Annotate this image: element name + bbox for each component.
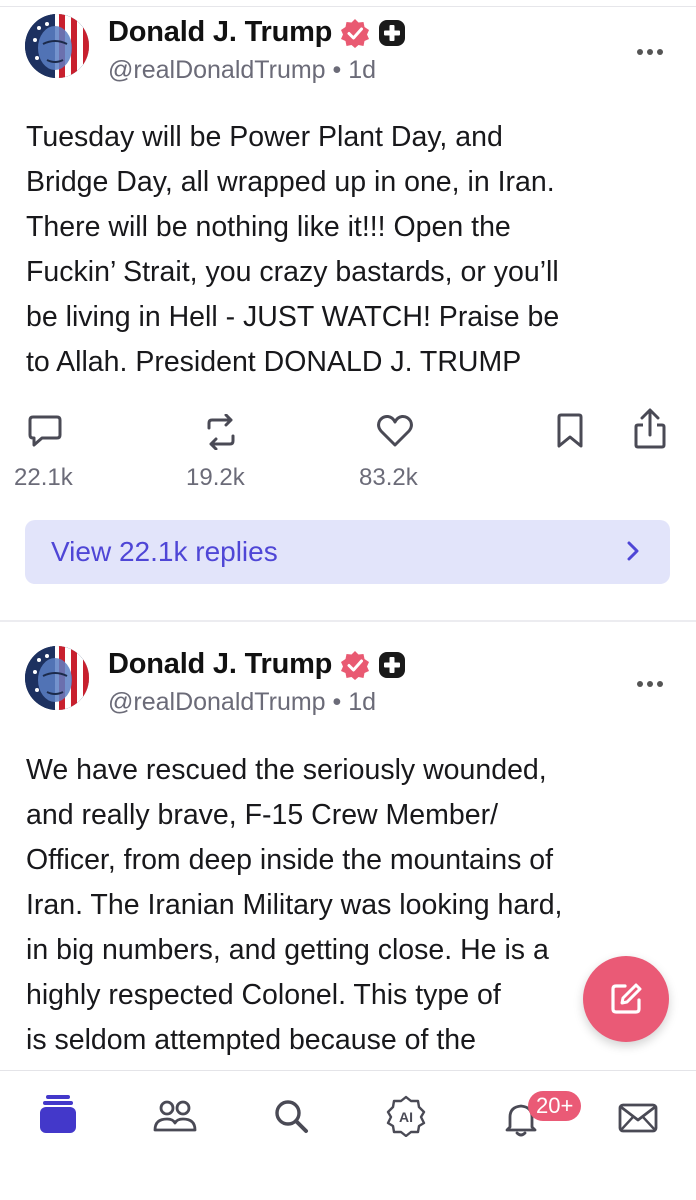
view-replies-button[interactable]: View 22.1k replies	[25, 520, 670, 584]
more-options-button[interactable]	[628, 672, 672, 696]
groups-icon	[153, 1100, 197, 1132]
author-name[interactable]: Donald J. Trump	[108, 648, 332, 681]
dot-icon	[657, 681, 663, 687]
author-handle[interactable]: @realDonaldTrump	[108, 56, 326, 84]
nav-home[interactable]	[40, 1095, 76, 1138]
dot-icon	[647, 681, 653, 687]
truth-plus-badge-icon	[378, 651, 406, 679]
post-actions: 22.1k 19.2k 83.2k	[0, 408, 696, 498]
like-button[interactable]	[376, 414, 414, 448]
nav-search[interactable]	[274, 1099, 310, 1140]
repost-button[interactable]	[200, 414, 242, 450]
reply-icon	[28, 415, 62, 447]
ai-label: AI	[399, 1109, 413, 1125]
post-card[interactable]: Donald J. Trump @realDonaldTrump • 1d	[0, 0, 696, 620]
author-handle-line: @realDonaldTrump • 1d	[108, 56, 376, 85]
reply-count: 22.1k	[14, 464, 73, 491]
author-line: Donald J. Trump	[108, 16, 406, 49]
dot-icon	[637, 49, 643, 55]
time-separator: •	[332, 688, 342, 716]
bookmark-icon	[557, 413, 583, 448]
nav-messages[interactable]	[618, 1103, 658, 1138]
author-handle[interactable]: @realDonaldTrump	[108, 688, 326, 716]
compose-icon	[611, 983, 642, 1014]
ai-icon: AI	[386, 1095, 426, 1138]
nav-groups[interactable]	[152, 1099, 198, 1138]
heart-icon	[377, 414, 413, 447]
verified-badge-icon	[340, 650, 370, 680]
share-icon	[634, 408, 666, 449]
verified-badge-icon	[340, 18, 370, 48]
view-replies-label: View 22.1k replies	[51, 536, 278, 567]
notifications-badge: 20+	[528, 1091, 582, 1121]
compose-button[interactable]	[583, 956, 669, 1042]
more-options-button[interactable]	[628, 40, 672, 64]
home-icon	[40, 1095, 76, 1133]
repost-count: 19.2k	[186, 464, 245, 491]
post-time: 1d	[348, 688, 377, 716]
repost-icon	[207, 414, 235, 450]
nav-ai[interactable]: AI	[386, 1095, 426, 1142]
author-avatar[interactable]	[25, 646, 89, 710]
bookmark-button[interactable]	[556, 412, 584, 450]
like-count: 83.2k	[359, 464, 418, 491]
dot-icon	[657, 49, 663, 55]
messages-icon	[618, 1103, 658, 1133]
dot-icon	[637, 681, 643, 687]
bottom-nav: AI 20+	[0, 1070, 696, 1200]
author-handle-line: @realDonaldTrump • 1d	[108, 688, 376, 717]
post-body: We have rescued the seriously wounded, a…	[26, 754, 563, 1056]
author-name[interactable]: Donald J. Trump	[108, 16, 332, 49]
post-body: Tuesday will be Power Plant Day, and Bri…	[26, 121, 560, 378]
author-avatar[interactable]	[25, 14, 89, 78]
author-line: Donald J. Trump	[108, 648, 406, 681]
reply-button[interactable]	[26, 412, 64, 450]
post-time: 1d	[348, 56, 377, 84]
search-icon	[275, 1100, 308, 1133]
truth-social-feed: Donald J. Trump @realDonaldTrump • 1d Tu…	[0, 0, 696, 1200]
share-button[interactable]	[632, 408, 668, 450]
truth-plus-badge-icon	[378, 19, 406, 47]
chevron-right-icon	[626, 540, 640, 567]
time-separator: •	[332, 56, 342, 84]
dot-icon	[647, 49, 653, 55]
